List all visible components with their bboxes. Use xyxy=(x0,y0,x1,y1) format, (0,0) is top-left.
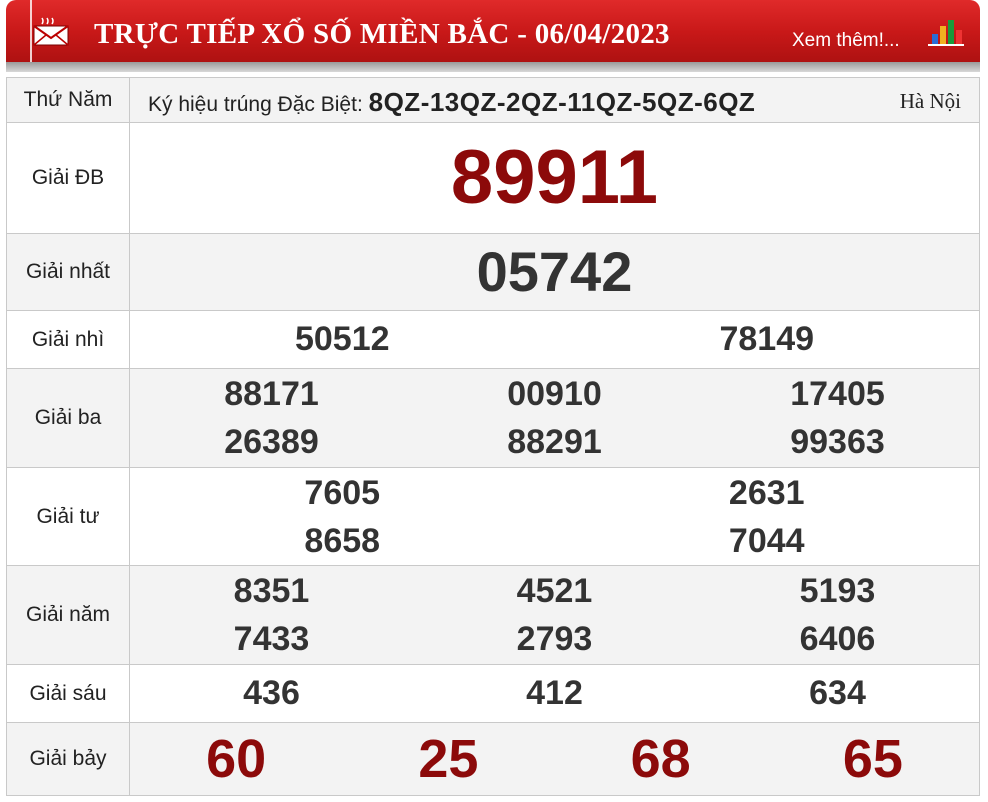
prize-row-tu: Giải tư 7605 2631 8658 7044 xyxy=(6,467,980,566)
prize-number-nhi: 50512 xyxy=(294,320,390,358)
prize-row-db: Giải ĐB 89911 xyxy=(6,122,980,234)
prize-label-nam: Giải năm xyxy=(6,565,130,665)
info-cell: Ký hiệu trúng Đặc Biệt: 8QZ-13QZ-2QZ-11Q… xyxy=(129,77,980,123)
prize-number-nam: 5193 xyxy=(799,572,876,610)
prize-numbers-tu: 7605 2631 8658 7044 xyxy=(129,467,980,566)
prize-number-nhi: 78149 xyxy=(719,320,815,358)
prize-numbers-ba: 88171 00910 17405 26389 88291 99363 xyxy=(129,368,980,468)
prize-label-sau: Giải sáu xyxy=(6,664,130,723)
prize-number-sau: 634 xyxy=(809,674,866,712)
prize-label-nhat: Giải nhất xyxy=(6,233,130,311)
bar-chart-icon[interactable] xyxy=(926,18,964,46)
day-label: Thứ Năm xyxy=(6,77,130,123)
prize-number-bay: 65 xyxy=(842,729,903,789)
prize-number-nam: 7433 xyxy=(233,620,310,658)
prize-number-sau: 436 xyxy=(243,674,300,712)
results-header: TRỰC TIẾP XỔ SỐ MIỀN BẮC - 06/04/2023 Xe… xyxy=(6,0,980,72)
prize-row-nam: Giải năm 8351 4521 5193 7433 2793 6406 xyxy=(6,565,980,665)
prize-number-bay: 68 xyxy=(630,729,691,789)
special-code-values: 8QZ-13QZ-2QZ-11QZ-5QZ-6QZ xyxy=(368,87,756,117)
prize-numbers-db: 89911 xyxy=(129,122,980,234)
prize-label-ba: Giải ba xyxy=(6,368,130,468)
info-row: Thứ Năm Ký hiệu trúng Đặc Biệt: 8QZ-13QZ… xyxy=(6,77,980,123)
prize-number-ba: 88171 xyxy=(224,375,319,413)
prize-numbers-sau: 436 412 634 xyxy=(129,664,980,723)
prize-number-sau: 412 xyxy=(526,674,583,712)
prize-number-tu: 8658 xyxy=(304,521,381,560)
prize-label-db: Giải ĐB xyxy=(6,122,130,234)
mail-icon xyxy=(33,17,69,46)
prize-number-db: 89911 xyxy=(450,135,659,220)
prize-number-ba: 99363 xyxy=(790,423,885,461)
see-more-link[interactable]: Xem thêm!... xyxy=(792,30,900,52)
prize-row-ba: Giải ba 88171 00910 17405 26389 88291 99… xyxy=(6,368,980,468)
prize-number-ba: 00910 xyxy=(507,375,602,413)
page-title: TRỰC TIẾP XỔ SỐ MIỀN BẮC - 06/04/2023 xyxy=(94,18,670,50)
prize-number-ba: 17405 xyxy=(790,375,885,413)
prize-number-nam: 4521 xyxy=(516,572,593,610)
prize-number-tu: 7044 xyxy=(728,521,805,560)
prize-number-nam: 6406 xyxy=(799,620,876,658)
prize-row-nhi: Giải nhì 50512 78149 xyxy=(6,310,980,369)
prize-number-nhat: 05742 xyxy=(476,240,633,303)
prize-number-nam: 2793 xyxy=(516,620,593,658)
prize-label-tu: Giải tư xyxy=(6,467,130,566)
prize-number-nam: 8351 xyxy=(233,572,310,610)
prize-row-sau: Giải sáu 436 412 634 xyxy=(6,664,980,723)
special-code-text: Ký hiệu trúng Đặc Biệt: 8QZ-13QZ-2QZ-11Q… xyxy=(148,87,755,118)
prize-number-bay: 60 xyxy=(206,729,267,789)
prize-number-tu: 7605 xyxy=(304,473,381,512)
results-table: Thứ Năm Ký hiệu trúng Đặc Biệt: 8QZ-13QZ… xyxy=(6,77,980,796)
prize-number-bay: 25 xyxy=(418,729,479,789)
prize-row-nhat: Giải nhất 05742 xyxy=(6,233,980,311)
prize-number-ba: 88291 xyxy=(507,423,602,461)
prize-numbers-bay: 60 25 68 65 xyxy=(129,722,980,796)
prize-numbers-nhi: 50512 78149 xyxy=(129,310,980,369)
special-code-label: Ký hiệu trúng Đặc Biệt: xyxy=(148,93,363,116)
prize-number-tu: 2631 xyxy=(728,473,805,512)
header-bottom-bar xyxy=(6,62,980,72)
prize-numbers-nhat: 05742 xyxy=(129,233,980,311)
prize-number-ba: 26389 xyxy=(224,423,319,461)
prize-numbers-nam: 8351 4521 5193 7433 2793 6406 xyxy=(129,565,980,665)
prize-label-nhi: Giải nhì xyxy=(6,310,130,369)
prize-label-bay: Giải bảy xyxy=(6,722,130,796)
province-label: Hà Nội xyxy=(899,89,961,113)
prize-row-bay: Giải bảy 60 25 68 65 xyxy=(6,722,980,796)
